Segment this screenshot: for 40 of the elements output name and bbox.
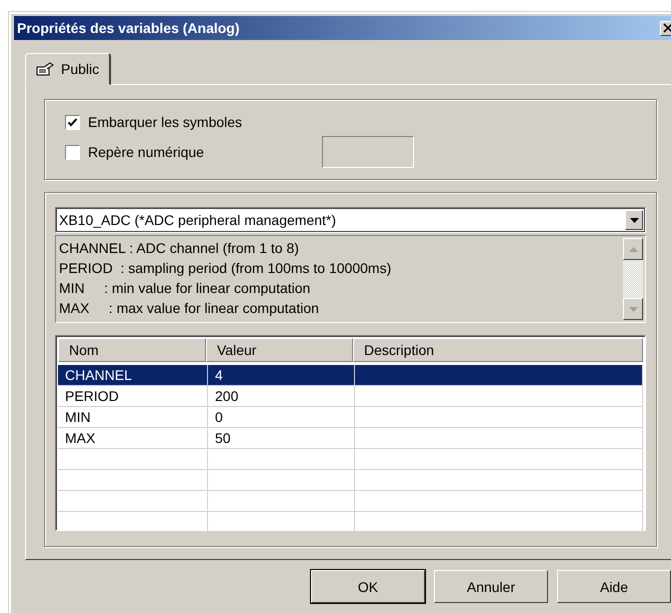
description-line: PERIOD : sampling period (from 100ms to 10000ms) (59, 259, 392, 278)
scrollbar[interactable] (623, 236, 645, 322)
scroll-up-button[interactable] (623, 238, 643, 260)
table-cell: 0 (215, 409, 223, 425)
table-row[interactable]: PERIOD 200 (58, 386, 643, 407)
column-header[interactable]: Description (353, 338, 643, 362)
checkbox[interactable] (65, 144, 80, 160)
table-cell: PERIOD (65, 388, 119, 404)
number-field[interactable] (322, 136, 414, 168)
checkbox-option[interactable]: Embarquer les symboles (65, 114, 322, 130)
dialog-button[interactable]: Annuler (434, 570, 548, 603)
table-cell: MAX (65, 430, 96, 446)
dialog-button[interactable]: Aide (557, 570, 671, 603)
checkmark-icon (67, 116, 78, 128)
checkbox[interactable] (65, 114, 80, 130)
description-line: MAX : max value for linear computation (59, 299, 320, 318)
description-line: MIN : min value for linear computation (59, 279, 312, 298)
description-line: CHANNEL : ADC channel (from 1 to 8) (59, 239, 300, 258)
close-icon (663, 23, 671, 33)
table-cell: 4 (215, 367, 223, 383)
dropdown-button[interactable] (625, 210, 643, 230)
table-cell: 50 (215, 430, 231, 446)
window-title: Propriétés des variables (Analog) (17, 20, 241, 36)
scroll-down-button[interactable] (623, 298, 643, 320)
block-dropdown[interactable]: XB10_ADC (*ADC peripheral management*) (55, 207, 646, 233)
table-cell: MIN (65, 409, 91, 425)
column-header[interactable]: Nom (58, 338, 206, 362)
table-cell: CHANNEL (65, 367, 132, 383)
table-row[interactable]: MIN 0 (58, 407, 643, 428)
down-arrow-icon (628, 306, 638, 312)
dialog-button[interactable]: OK (311, 570, 425, 603)
table-cell: 200 (215, 388, 238, 404)
up-arrow-icon (628, 246, 638, 252)
checkbox-option[interactable]: Repère numérique (65, 144, 322, 160)
tab[interactable]: Public (25, 53, 112, 85)
table-row[interactable]: MAX 50 (58, 428, 643, 449)
table-row[interactable]: CHANNEL 4 (58, 365, 643, 386)
properties-icon (36, 62, 54, 76)
caret-icon (630, 218, 638, 222)
column-header[interactable]: Valeur (206, 338, 353, 362)
